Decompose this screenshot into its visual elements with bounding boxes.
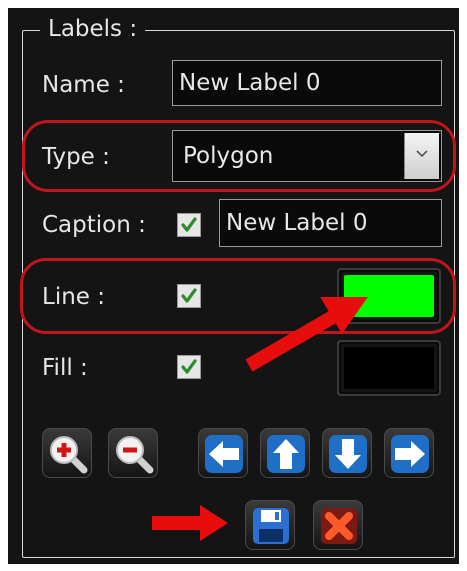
arrowhead-icon [200, 505, 228, 541]
arrow-to-line-color-icon [245, 304, 348, 372]
annotation-arrows [152, 297, 368, 541]
arrow-to-save-icon [152, 516, 202, 530]
